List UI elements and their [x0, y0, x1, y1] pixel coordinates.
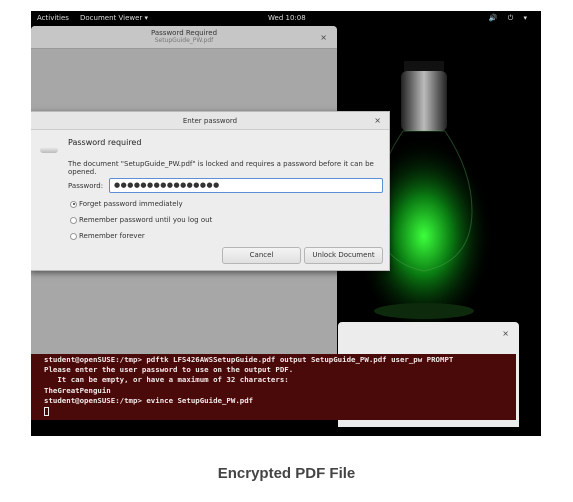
- radio-remember-forever[interactable]: Remember forever: [70, 232, 145, 240]
- terminal-line: Please enter the user password to use on…: [44, 365, 294, 375]
- terminal-line: It can be empty, or have a maximum of 32…: [44, 375, 289, 385]
- unlock-document-button[interactable]: Unlock Document: [304, 247, 383, 264]
- radio-label: Forget password immediately: [79, 200, 183, 208]
- app-menu[interactable]: Document Viewer ▾: [80, 11, 148, 26]
- figure-caption: Encrypted PDF File: [217, 465, 356, 482]
- window-title: Password Required: [150, 29, 218, 37]
- dialog-message: The document "SetupGuide_PW.pdf" is lock…: [68, 160, 374, 176]
- radio-icon: [70, 232, 77, 240]
- window-subtitle: SetupGuide_PW.pdf: [154, 37, 214, 44]
- radio-icon: [70, 216, 77, 224]
- close-icon[interactable]: ×: [320, 33, 327, 42]
- close-icon[interactable]: ×: [502, 329, 509, 338]
- close-icon[interactable]: ×: [374, 112, 381, 130]
- desktop-screenshot: Activities Document Viewer ▾ Wed 10:08 🔊…: [31, 11, 541, 436]
- system-menu[interactable]: 🔊 ⏻ ▾: [489, 11, 531, 26]
- dialog-heading: Password required: [68, 138, 142, 147]
- terminal-line: TheGreatPenguin: [44, 385, 111, 395]
- radio-remember-until-logout[interactable]: Remember password until you log out: [70, 216, 212, 224]
- dialog-titlebar: Enter password ×: [31, 112, 389, 130]
- terminal-line: student@openSUSE:/tmp> pdftk LFS426AWSSe…: [44, 355, 454, 364]
- activities-button[interactable]: Activities: [37, 11, 69, 26]
- password-label: Password:: [68, 182, 104, 190]
- radio-label: Remember forever: [79, 232, 145, 240]
- cancel-button[interactable]: Cancel: [222, 247, 301, 264]
- radio-selected-icon: [70, 200, 77, 208]
- window-titlebar: Password Required SetupGuide_PW.pdf ×: [31, 26, 337, 49]
- password-input[interactable]: ●●●●●●●●●●●●●●●●: [109, 178, 383, 193]
- terminal-line: student@openSUSE:/tmp> evince SetupGuide…: [44, 395, 254, 405]
- top-bar: Activities Document Viewer ▾ Wed 10:08 🔊…: [31, 11, 541, 26]
- dialog-title: Enter password: [182, 117, 238, 125]
- key-icon: [40, 147, 58, 153]
- clock[interactable]: Wed 10:08: [268, 11, 306, 26]
- radio-forget-immediately[interactable]: Forget password immediately: [70, 200, 183, 208]
- radio-label: Remember password until you log out: [79, 216, 213, 224]
- terminal-cursor: [44, 406, 49, 416]
- enter-password-dialog: Enter password × Password required The do…: [31, 111, 390, 271]
- terminal-output[interactable]: student@openSUSE:/tmp> pdftk LFS426AWSSe…: [31, 354, 516, 420]
